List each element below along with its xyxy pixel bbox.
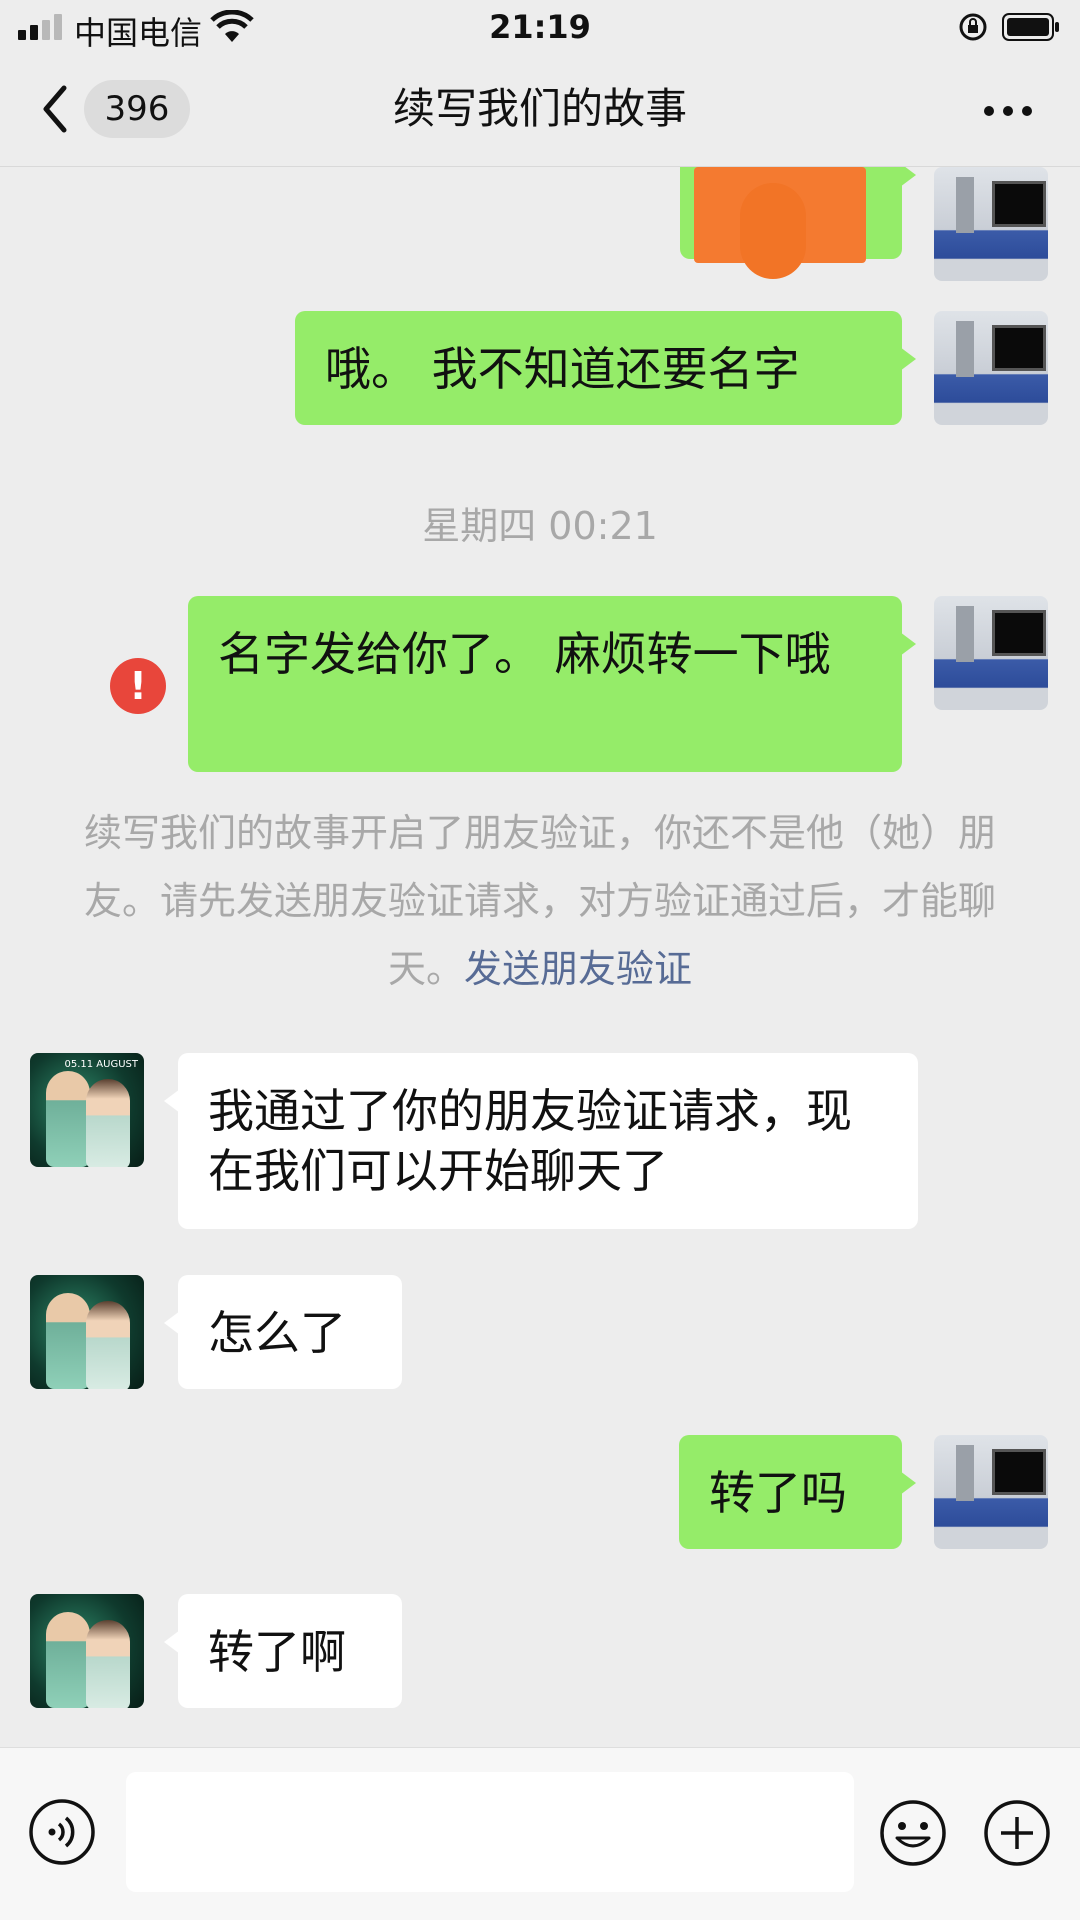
lock-rotation-icon — [959, 13, 987, 41]
my-avatar[interactable] — [934, 311, 1048, 425]
my-avatar[interactable] — [934, 167, 1048, 281]
chat-title: 续写我们的故事 — [392, 84, 687, 133]
more-icon[interactable] — [978, 100, 1038, 120]
voice-icon[interactable] — [28, 1798, 96, 1866]
message-bubble-sent[interactable]: 名字发给你了。 麻烦转一下哦 — [188, 596, 916, 772]
plus-icon[interactable] — [982, 1798, 1052, 1868]
message-timestamp: 星期四 00:21 — [422, 504, 658, 548]
emoji-icon[interactable] — [878, 1798, 948, 1868]
message-bubble-sent[interactable]: 哦。 我不知道还要名字 — [295, 311, 916, 425]
contact-avatar[interactable] — [30, 1275, 144, 1389]
message-input[interactable] — [126, 1772, 854, 1892]
status-time: 21:19 — [489, 8, 591, 46]
error-icon[interactable]: ! — [110, 658, 166, 714]
status-bar: 中国电信 21:19 — [0, 0, 1080, 52]
message-bubble-sent[interactable]: 转了吗 — [679, 1435, 916, 1549]
message-bubble-received[interactable]: 转了啊 — [164, 1594, 402, 1708]
system-notice: 续写我们的故事开启了朋友验证，你还不是他（她）朋友。请先发送朋友验证请求，对方验… — [70, 799, 1010, 1003]
message-bubble-received[interactable]: 我通过了你的朋友验证请求，现在我们可以开始聊天了 — [164, 1053, 918, 1229]
redaction-mark — [740, 183, 806, 279]
contact-avatar[interactable] — [30, 1594, 144, 1708]
avatar-badge: 05.11 AUGUST — [64, 1059, 139, 1070]
contact-avatar[interactable]: 05.11 AUGUST — [30, 1053, 144, 1167]
my-avatar[interactable] — [934, 1435, 1048, 1549]
message-bubble-received[interactable]: 怎么了 — [164, 1275, 402, 1389]
message-list[interactable]: 哦。 我不知道还要名字 星期四 00:21 ! 名字发给你了。 麻烦转一下哦 续… — [0, 167, 1080, 1747]
battery-icon — [1002, 13, 1059, 41]
input-bar — [0, 1747, 1080, 1920]
chat-header: 396 续写我们的故事 — [0, 52, 1080, 167]
send-verification-link[interactable]: 发送朋友验证 — [464, 947, 692, 991]
my-avatar[interactable] — [934, 596, 1048, 710]
